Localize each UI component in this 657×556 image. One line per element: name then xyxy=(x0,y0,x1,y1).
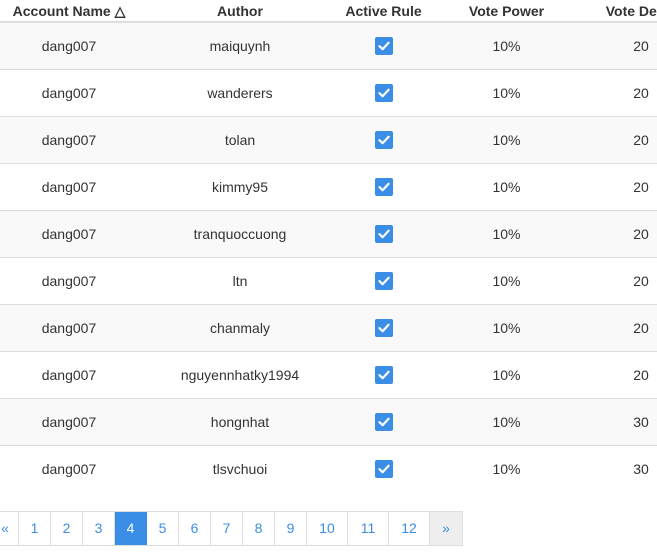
cell-active-rule xyxy=(339,116,428,164)
cell-author: tolan xyxy=(141,116,339,164)
cell-vote-power: 10% xyxy=(428,304,585,352)
cell-account-name: dang007 xyxy=(0,69,141,117)
cell-vote-delay: 30 xyxy=(585,445,657,492)
pagination-page-7[interactable]: 7 xyxy=(211,512,243,545)
cell-author: tranquoccuong xyxy=(141,210,339,258)
column-header-active-rule[interactable]: Active Rule xyxy=(339,0,428,23)
cell-vote-power: 10% xyxy=(428,69,585,117)
table-row[interactable]: dang007 wanderers 10% 20 xyxy=(0,69,657,117)
cell-account-name: dang007 xyxy=(0,304,141,352)
table-row[interactable]: dang007 tlsvchuoi 10% 30 xyxy=(0,445,657,492)
cell-active-rule xyxy=(339,351,428,399)
table-row[interactable]: dang007 tolan 10% 20 xyxy=(0,116,657,164)
cell-author: nguyennhatky1994 xyxy=(141,351,339,399)
cell-vote-power: 10% xyxy=(428,163,585,211)
pagination-page-6[interactable]: 6 xyxy=(179,512,211,545)
cell-active-rule xyxy=(339,21,428,70)
checkbox-checked-icon[interactable] xyxy=(374,37,393,56)
column-header-author[interactable]: Author xyxy=(141,0,339,23)
cell-account-name: dang007 xyxy=(0,21,141,70)
pagination: «1 2 3 4 5 6 7 8 9 10 11 12» xyxy=(0,511,463,546)
cell-active-rule xyxy=(339,210,428,258)
checkbox-checked-icon[interactable] xyxy=(374,319,393,338)
rules-page: Account Name △ Author Active Rule Vote P… xyxy=(0,0,657,556)
cell-author: ltn xyxy=(141,257,339,305)
table-row[interactable]: dang007 maiquynh 10% 20 xyxy=(0,21,657,70)
cell-account-name: dang007 xyxy=(0,398,141,446)
cell-active-rule xyxy=(339,163,428,211)
cell-vote-delay: 20 xyxy=(585,304,657,352)
cell-author: hongnhat xyxy=(141,398,339,446)
cell-vote-power: 10% xyxy=(428,116,585,164)
pagination-page-3[interactable]: 3 xyxy=(83,512,115,545)
checkbox-checked-icon[interactable] xyxy=(374,272,393,291)
cell-account-name: dang007 xyxy=(0,210,141,258)
pagination-page-2[interactable]: 2 xyxy=(51,512,83,545)
table-row[interactable]: dang007 tranquoccuong 10% 20 xyxy=(0,210,657,258)
cell-active-rule xyxy=(339,304,428,352)
column-header-vote-delay[interactable]: Vote Delay xyxy=(585,0,657,23)
cell-vote-delay: 20 xyxy=(585,210,657,258)
checkbox-checked-icon[interactable] xyxy=(374,366,393,385)
pagination-prev-button[interactable]: « xyxy=(0,512,19,545)
cell-active-rule xyxy=(339,257,428,305)
cell-vote-delay: 20 xyxy=(585,163,657,211)
cell-active-rule xyxy=(339,398,428,446)
cell-account-name: dang007 xyxy=(0,351,141,399)
pagination-page-11[interactable]: 11 xyxy=(348,512,389,545)
cell-vote-delay: 20 xyxy=(585,257,657,305)
column-header-account-name[interactable]: Account Name △ xyxy=(0,0,141,23)
cell-vote-power: 10% xyxy=(428,257,585,305)
cell-vote-power: 10% xyxy=(428,351,585,399)
cell-vote-power: 10% xyxy=(428,445,585,492)
cell-author: chanmaly xyxy=(141,304,339,352)
pagination-page-9[interactable]: 9 xyxy=(275,512,307,545)
rules-table: Account Name △ Author Active Rule Vote P… xyxy=(0,0,657,492)
cell-author: tlsvchuoi xyxy=(141,445,339,492)
cell-author: wanderers xyxy=(141,69,339,117)
cell-vote-power: 10% xyxy=(428,21,585,70)
cell-active-rule xyxy=(339,445,428,492)
cell-account-name: dang007 xyxy=(0,445,141,492)
cell-vote-delay: 20 xyxy=(585,351,657,399)
checkbox-checked-icon[interactable] xyxy=(374,178,393,197)
cell-author: maiquynh xyxy=(141,21,339,70)
column-header-vote-power[interactable]: Vote Power xyxy=(428,0,585,23)
checkbox-checked-icon[interactable] xyxy=(374,131,393,150)
checkbox-checked-icon[interactable] xyxy=(374,225,393,244)
table-row[interactable]: dang007 kimmy95 10% 20 xyxy=(0,163,657,211)
checkbox-checked-icon[interactable] xyxy=(374,413,393,432)
table-body: dang007 maiquynh 10% 20 dang007 wanderers 10% 2… xyxy=(0,21,657,492)
pagination-page-10[interactable]: 10 xyxy=(307,512,348,545)
pagination-page-8[interactable]: 8 xyxy=(243,512,275,545)
table-row[interactable]: dang007 chanmaly 10% 20 xyxy=(0,304,657,352)
cell-vote-delay: 20 xyxy=(585,116,657,164)
pagination-page-4[interactable]: 4 xyxy=(115,512,147,545)
table-row[interactable]: dang007 ltn 10% 20 xyxy=(0,257,657,305)
cell-vote-delay: 20 xyxy=(585,21,657,70)
cell-vote-delay: 30 xyxy=(585,398,657,446)
cell-account-name: dang007 xyxy=(0,116,141,164)
cell-vote-power: 10% xyxy=(428,210,585,258)
checkbox-checked-icon[interactable] xyxy=(374,84,393,103)
cell-account-name: dang007 xyxy=(0,163,141,211)
table-row[interactable]: dang007 hongnhat 10% 30 xyxy=(0,398,657,446)
checkbox-checked-icon[interactable] xyxy=(374,460,393,479)
cell-vote-delay: 20 xyxy=(585,69,657,117)
pagination-next-button[interactable]: » xyxy=(430,512,463,545)
table-header-row: Account Name △ Author Active Rule Vote P… xyxy=(0,0,657,23)
pagination-page-1[interactable]: 1 xyxy=(19,512,51,545)
pagination-page-12[interactable]: 12 xyxy=(389,512,430,545)
pagination-page-5[interactable]: 5 xyxy=(147,512,179,545)
cell-author: kimmy95 xyxy=(141,163,339,211)
cell-account-name: dang007 xyxy=(0,257,141,305)
cell-vote-power: 10% xyxy=(428,398,585,446)
table-row[interactable]: dang007 nguyennhatky1994 10% 20 xyxy=(0,351,657,399)
cell-active-rule xyxy=(339,69,428,117)
